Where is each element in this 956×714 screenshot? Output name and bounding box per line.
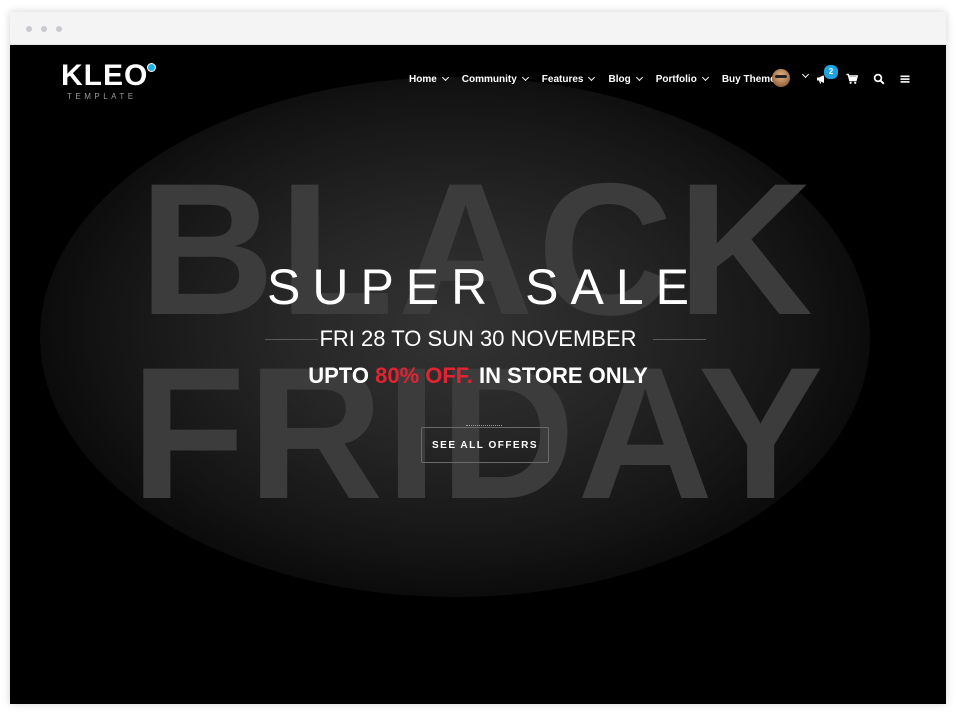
- nav-item-label: Blog: [608, 73, 631, 85]
- chevron-down-icon: [588, 73, 596, 82]
- offer-suffix: IN STORE ONLY: [479, 363, 648, 388]
- notification-count-badge: 2: [823, 64, 839, 80]
- nav-item-portfolio[interactable]: Portfolio: [655, 73, 709, 85]
- nav-item-label: Home: [409, 73, 437, 85]
- nav-item-label: Community: [461, 73, 517, 85]
- see-all-offers-button[interactable]: SEE ALL OFFERS: [421, 427, 549, 463]
- cart-icon[interactable]: [846, 73, 858, 85]
- divider-line: [653, 339, 706, 340]
- nav-item-home[interactable]: Home: [409, 73, 449, 85]
- nav-item-label: Features: [541, 73, 584, 85]
- menu-icon[interactable]: [899, 73, 911, 85]
- chevron-down-icon: [521, 73, 529, 82]
- nav-item-label: Portfolio: [655, 73, 697, 85]
- offer-prefix: UPTO: [308, 363, 369, 388]
- chevron-down-icon: [701, 73, 709, 82]
- window-dot-close[interactable]: [26, 26, 32, 32]
- browser-window: BLACK FRIDAY KLEO TEMPLATE Home Communit…: [10, 12, 946, 704]
- hero-date-row: FRI 28 TO SUN 30 NOVEMBER: [10, 327, 946, 351]
- user-avatar[interactable]: [772, 69, 790, 87]
- chevron-down-icon: [635, 73, 643, 82]
- cta-dotted-accent: [466, 425, 502, 426]
- hero-date-text: FRI 28 TO SUN 30 NOVEMBER: [319, 326, 637, 351]
- avatar-glasses-icon: [775, 75, 787, 78]
- window-dot-minimize[interactable]: [41, 26, 47, 32]
- logo-dot-icon: [147, 63, 156, 72]
- logo-tagline: TEMPLATE: [67, 92, 137, 101]
- nav-item-blog[interactable]: Blog: [608, 73, 643, 85]
- logo-wordmark: KLEO: [61, 59, 149, 92]
- nav-item-label: Buy Theme: [721, 73, 776, 85]
- browser-title-bar: [10, 12, 946, 45]
- nav-item-features[interactable]: Features: [541, 73, 596, 85]
- search-icon[interactable]: [873, 73, 885, 85]
- chevron-down-icon[interactable]: [801, 70, 810, 79]
- hero-offer-line: UPTO 80% OFF. IN STORE ONLY: [10, 363, 946, 389]
- site-logo[interactable]: KLEO TEMPLATE: [61, 59, 161, 103]
- hero-section: BLACK FRIDAY KLEO TEMPLATE Home Communit…: [10, 45, 946, 704]
- chevron-down-icon: [441, 73, 449, 82]
- offer-highlight: 80% OFF.: [375, 363, 473, 388]
- hero-headline: SUPER SALE: [266, 259, 701, 315]
- primary-menu: Home Community Features Blog Portfolio B…: [409, 71, 790, 87]
- window-dot-maximize[interactable]: [56, 26, 62, 32]
- main-navbar: KLEO TEMPLATE Home Community Features Bl…: [10, 45, 946, 115]
- nav-item-community[interactable]: Community: [461, 73, 529, 85]
- nav-item-buy-theme[interactable]: Buy Theme: [722, 74, 776, 85]
